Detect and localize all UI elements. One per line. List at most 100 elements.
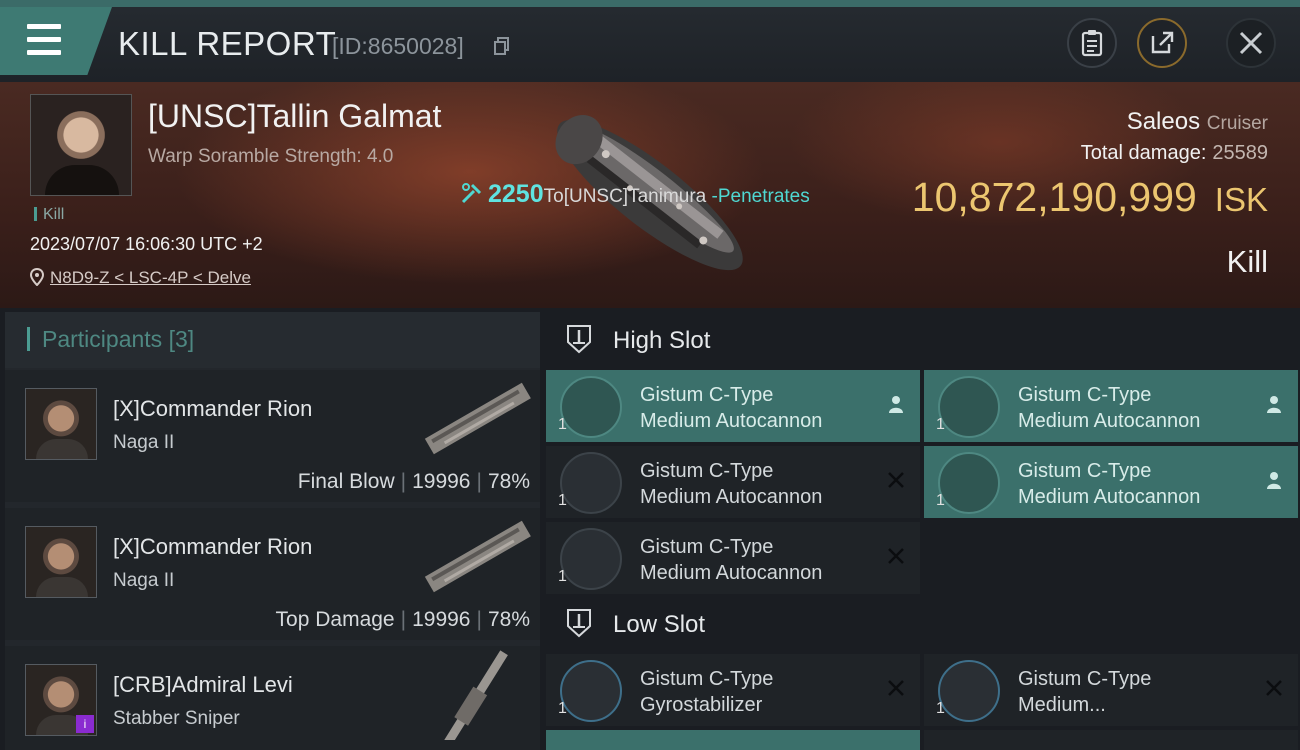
participant-name: [CRB]Admiral Levi <box>113 672 293 697</box>
victim-name[interactable]: [UNSC]Tallin Galmat <box>148 98 441 135</box>
participants-header: Participants [3] <box>5 312 540 368</box>
module-slot[interactable]: 1 Gistum C-Type Medium Autocannon <box>924 370 1298 442</box>
module-quantity: 1 <box>936 700 945 717</box>
module-name-line2: Medium Autocannon <box>640 486 823 508</box>
participants-title: Participants [3] <box>27 326 194 353</box>
total-damage-value: 25589 <box>1212 142 1268 164</box>
module-quantity: 1 <box>558 700 567 717</box>
module-quantity: 1 <box>558 568 567 585</box>
kill-tag-label: Kill <box>43 206 65 223</box>
low-slot-icon <box>567 609 591 638</box>
module-name-line2: Medium Autocannon <box>640 562 823 584</box>
low-slot-header: Low Slot <box>546 596 1300 656</box>
isk-value: 10,872,190,999 ISK <box>912 174 1268 221</box>
module-name-line2: Medium Autocannon <box>640 410 823 432</box>
header-bar: KILL REPORT [ID:8650028] <box>0 0 1300 82</box>
destroyed-x-icon <box>888 472 904 488</box>
participant-ship-image <box>443 650 508 740</box>
victim-banner: [UNSC]Tallin Galmat Warp Soramble Streng… <box>0 82 1300 308</box>
module-slot[interactable]: 1 Gistum C-Type Medium Autocannon <box>546 522 920 594</box>
autocannon-icon <box>560 452 622 514</box>
fitted-person-icon <box>889 396 903 413</box>
total-damage: Total damage: 25589 <box>1081 142 1268 165</box>
module-name-line2: Gyrostabilizer <box>640 694 763 716</box>
module-slot[interactable] <box>924 730 1298 750</box>
share-button[interactable] <box>1137 18 1187 68</box>
close-icon <box>1239 31 1263 55</box>
destroyed-x-icon <box>888 680 904 696</box>
damage-target: To[UNSC]Tanimura <box>543 186 707 207</box>
kill-result: Kill <box>1226 244 1268 279</box>
participant-damage: 19996 <box>412 470 471 493</box>
participants-count: [3] <box>168 326 195 352</box>
participant-avatar[interactable] <box>25 526 97 598</box>
participant-row[interactable]: [X]Commander Rion Naga II Top Damage | 199… <box>5 508 540 640</box>
fitted-person-icon <box>1267 396 1281 413</box>
module-slot[interactable]: 1 Gistum C-Type Medium Autocannon <box>924 446 1298 518</box>
warp-scramble-strength: Warp Soramble Strength: 4.0 <box>148 146 394 167</box>
participant-name: [X]Commander Rion <box>113 396 313 421</box>
participant-ship: Naga II <box>113 432 175 453</box>
destroyed-x-icon <box>888 548 904 564</box>
module-name-line2: Medium Autocannon <box>1018 410 1201 432</box>
share-icon <box>1151 31 1174 54</box>
module-name: Gistum C-Type Medium Autocannon <box>1018 458 1200 510</box>
participant-ship-image <box>424 382 531 455</box>
module-name: Gistum C-Type Gyrostabilizer <box>640 666 773 718</box>
module-slot[interactable]: 1 Gistum C-Type Gyrostabilizer <box>546 654 920 726</box>
participants-title-text: Participants <box>42 326 163 352</box>
participant-ship: Stabber Sniper <box>113 708 240 729</box>
module-name-line1: Gistum C-Type <box>640 384 774 406</box>
copy-icon[interactable] <box>494 37 510 55</box>
module-quantity: 1 <box>558 492 567 509</box>
damage-line: 2250To[UNSC]Tanimura -Penetrates <box>460 180 810 209</box>
module-name-line2: Medium... <box>1018 694 1106 716</box>
participant-row[interactable]: [X]Commander Rion Naga II Final Blow | 199… <box>5 370 540 502</box>
autocannon-icon <box>560 376 622 438</box>
module-slot[interactable]: 1 Gistum C-Type Medium... <box>924 654 1298 726</box>
high-slot-icon <box>567 325 591 354</box>
module-name-line1: Gistum C-Type <box>1018 460 1152 482</box>
module-name-line1: Gistum C-Type <box>640 668 774 690</box>
module-name: Gistum C-Type Medium Autocannon <box>640 534 822 586</box>
participant-avatar[interactable]: i <box>25 664 97 736</box>
participant-avatar[interactable] <box>25 388 97 460</box>
fitted-person-icon <box>1267 472 1281 489</box>
module-slot[interactable]: 1 Gistum C-Type Medium Autocannon <box>546 446 920 518</box>
ship-name-text: Saleos <box>1126 108 1201 135</box>
damage-type: -Penetrates <box>706 186 810 207</box>
module-name-line1: Gistum C-Type <box>1018 384 1152 406</box>
isk-currency: ISK <box>1214 181 1268 218</box>
high-slot-header: High Slot <box>546 312 1300 372</box>
autocannon-icon <box>938 376 1000 438</box>
total-damage-label: Total damage: <box>1080 142 1207 164</box>
module-name-line2: Medium Autocannon <box>1018 486 1201 508</box>
participant-percent: 78% <box>487 470 530 493</box>
module-slot[interactable]: 1 Gistum C-Type Medium Autocannon <box>546 370 920 442</box>
ship-name: Saleos Cruiser <box>1127 108 1268 136</box>
participant-ship: Naga II <box>113 570 175 591</box>
ship-class: Cruiser <box>1206 113 1268 134</box>
menu-icon <box>27 24 61 29</box>
module-name: Gistum C-Type Medium Autocannon <box>640 458 822 510</box>
participant-row[interactable]: i [CRB]Admiral Levi Stabber Sniper <box>5 646 540 750</box>
module-quantity: 1 <box>558 416 567 433</box>
module-quantity: 1 <box>936 416 945 433</box>
victim-avatar[interactable] <box>30 94 132 196</box>
module-quantity: 1 <box>936 492 945 509</box>
low-slot-title: Low Slot <box>613 611 706 638</box>
module-name-line1: Gistum C-Type <box>640 460 774 482</box>
autocannon-icon <box>938 452 1000 514</box>
location-text[interactable]: N8D9-Z < LSC-4P < Delve <box>50 268 251 287</box>
clipboard-button[interactable] <box>1067 18 1117 68</box>
page-title: KILL REPORT <box>118 25 337 62</box>
weapon-icon <box>461 183 482 204</box>
module-slot[interactable] <box>546 730 920 750</box>
location-link[interactable]: N8D9-Z < LSC-4P < Delve <box>30 268 251 288</box>
participant-role: Top Damage <box>275 608 395 631</box>
timestamp: 2023/07/07 16:06:30 UTC +2 <box>30 234 263 254</box>
menu-button[interactable] <box>0 7 112 75</box>
report-id: [ID:8650028] <box>332 33 464 59</box>
close-button[interactable] <box>1226 18 1276 68</box>
participants-panel: Participants [3] [X]Commander Rion Naga … <box>5 312 540 750</box>
